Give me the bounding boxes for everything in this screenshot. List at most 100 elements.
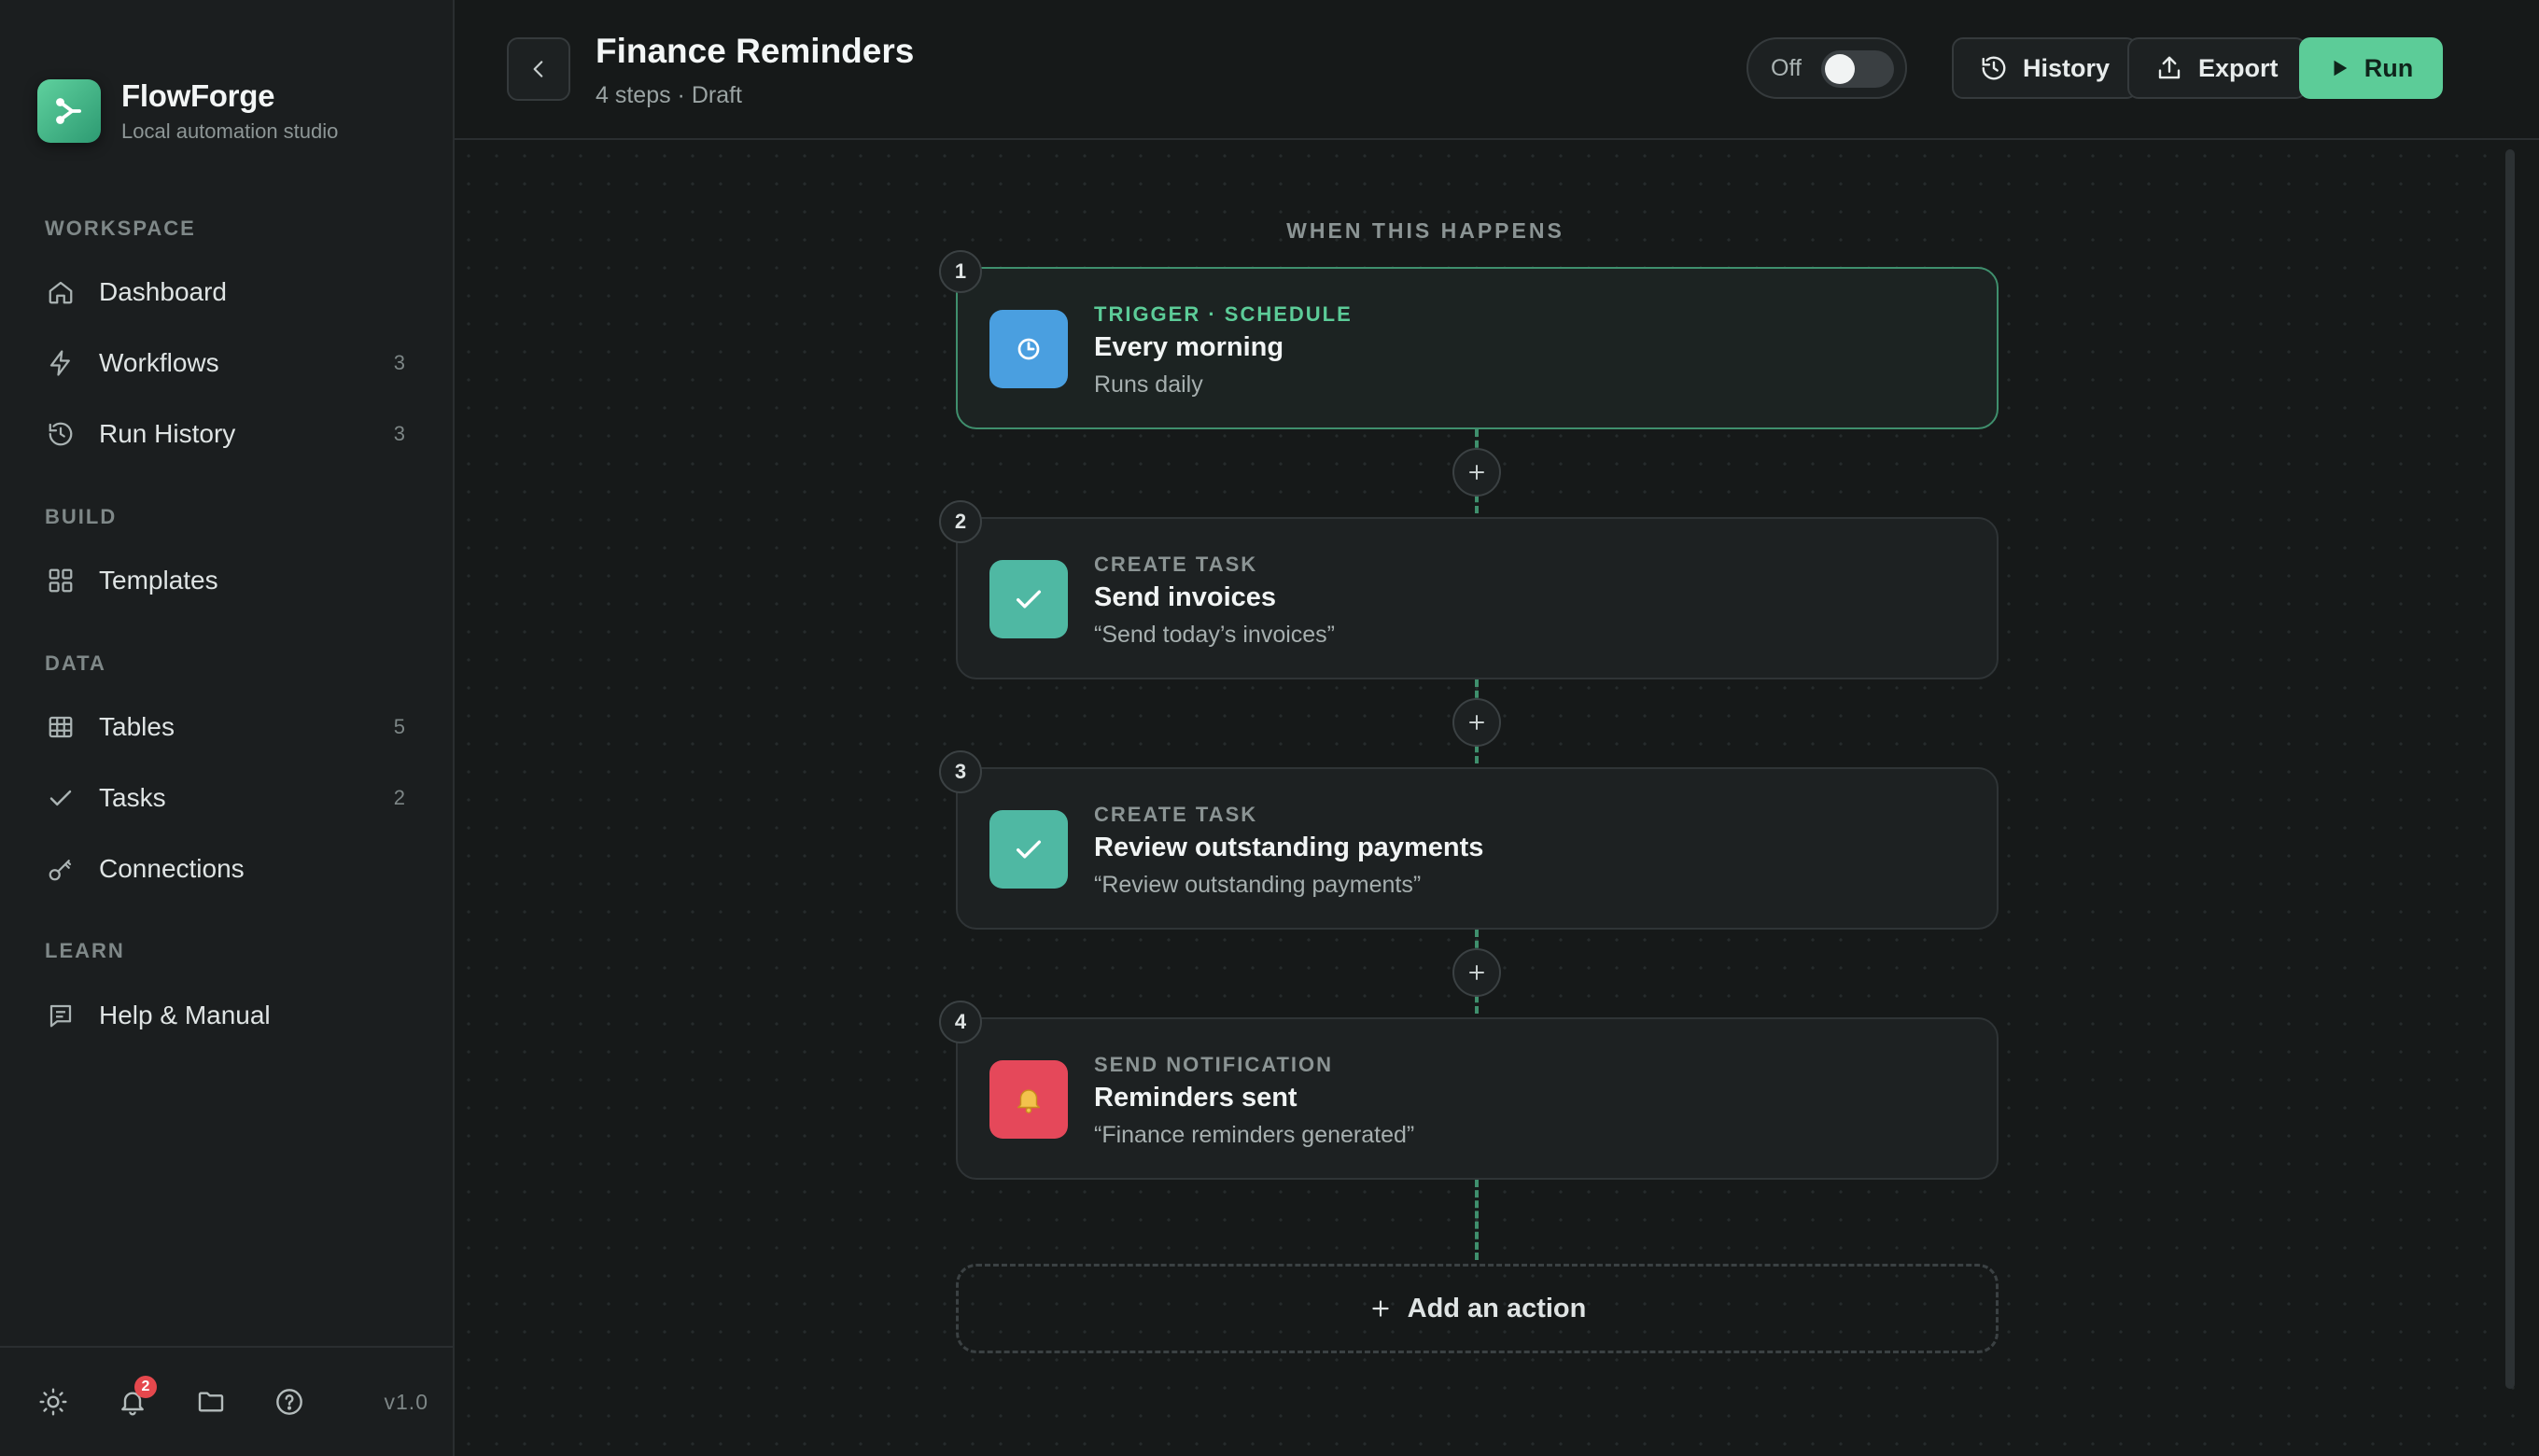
step-title: Every morning — [1094, 332, 1284, 362]
plus-icon — [1469, 465, 1484, 480]
step-number: 4 — [939, 1001, 982, 1043]
count-badge: 2 — [393, 786, 405, 809]
sidebar-item-label: Tasks — [99, 783, 166, 812]
step-description: “Finance reminders generated” — [1094, 1122, 1415, 1148]
key-icon — [45, 853, 77, 885]
sidebar-item-label: Tables — [99, 712, 175, 741]
sidebar-item-run-history[interactable]: Run History 3 — [28, 405, 420, 463]
toggle-knob — [1825, 54, 1855, 84]
brand-name: FlowForge — [121, 78, 275, 113]
step-connector — [1475, 1180, 1479, 1260]
insert-step-button[interactable] — [1452, 948, 1501, 997]
count-badge: 3 — [393, 422, 405, 445]
export-button-label: Export — [2198, 53, 2279, 82]
history-button[interactable]: History — [1952, 37, 2139, 99]
canvas-scrollbar[interactable] — [2505, 149, 2515, 1389]
history-icon — [1982, 56, 2006, 80]
sidebar: FlowForge Local automation studio WORKSP… — [0, 0, 455, 1456]
sidebar-item-workflows[interactable]: Workflows 3 — [28, 334, 420, 392]
sidebar-item-label: Templates — [99, 566, 218, 595]
check-icon — [989, 560, 1068, 638]
step-card-send-notification[interactable]: 4 SEND NOTIFICATION Reminders sent “Fina… — [939, 1001, 1999, 1180]
folder-icon[interactable] — [192, 1383, 230, 1421]
workflow-meta: 4 steps · Draft — [596, 82, 742, 108]
count-badge: 3 — [393, 351, 405, 374]
step-description: “Review outstanding payments” — [1094, 872, 1422, 898]
sidebar-item-label: Connections — [99, 854, 245, 883]
grid-icon — [45, 565, 77, 596]
sidebar-item-templates[interactable]: Templates — [28, 552, 420, 609]
bell-icon — [989, 1060, 1068, 1139]
sidebar-item-label: Help & Manual — [99, 1001, 271, 1029]
run-button[interactable]: Run — [2299, 37, 2443, 99]
insert-step-button[interactable] — [1452, 698, 1501, 747]
step-number: 3 — [939, 750, 982, 793]
step-description: “Send today’s invoices” — [1094, 622, 1336, 648]
run-button-label: Run — [2364, 53, 2414, 82]
step-type: CREATE TASK — [1094, 803, 1258, 826]
step-description: Runs daily — [1094, 371, 1203, 398]
app-window: FlowForge Local automation studio WORKSP… — [0, 0, 2539, 1456]
clock-icon — [989, 310, 1068, 388]
manual-icon — [45, 1000, 77, 1031]
count-badge: 5 — [393, 715, 405, 738]
sidebar-item-dashboard[interactable]: Dashboard — [28, 263, 420, 321]
sidebar-item-label: Workflows — [99, 348, 219, 377]
plus-icon — [1371, 1300, 1389, 1317]
brand-subtitle: Local automation studio — [121, 119, 339, 143]
back-button[interactable] — [507, 37, 570, 101]
brand[interactable]: FlowForge Local automation studio — [37, 78, 338, 144]
workflow-canvas[interactable]: WHEN THIS HAPPENS 1 TRIGGER · SCHEDULE E… — [455, 142, 2539, 1456]
sidebar-item-tables[interactable]: Tables 5 — [28, 698, 420, 756]
section-data: DATA — [45, 651, 106, 675]
notifications-bell-icon[interactable]: 2 — [114, 1376, 157, 1421]
trigger-section-label: WHEN THIS HAPPENS — [1286, 218, 1564, 243]
theme-toggle-sun-icon[interactable] — [35, 1383, 72, 1421]
step-title: Send invoices — [1094, 582, 1277, 612]
history-icon — [45, 418, 77, 450]
step-card-create-task[interactable]: 2 CREATE TASK Send invoices “Send today’… — [939, 500, 1999, 679]
sidebar-item-help-manual[interactable]: Help & Manual — [28, 987, 420, 1044]
flowforge-logo-icon — [37, 79, 101, 143]
step-number: 2 — [939, 500, 982, 543]
play-icon — [2334, 60, 2347, 77]
sidebar-item-label: Dashboard — [99, 277, 227, 306]
upload-icon — [2158, 56, 2181, 79]
sidebar-footer: 2 v1.0 — [0, 1346, 453, 1456]
step-card-trigger[interactable]: 1 TRIGGER · SCHEDULE Every morning Runs … — [939, 250, 1999, 429]
section-build: BUILD — [45, 505, 118, 528]
main-area: Finance Reminders 4 steps · Draft Off Hi… — [455, 0, 2539, 1456]
section-learn: LEARN — [45, 939, 125, 962]
sidebar-item-tasks[interactable]: Tasks 2 — [28, 769, 420, 827]
sidebar-item-connections[interactable]: Connections — [28, 840, 420, 898]
step-type: SEND NOTIFICATION — [1094, 1053, 1334, 1076]
add-action-label: Add an action — [1407, 1293, 1587, 1323]
app-version: v1.0 — [384, 1389, 428, 1414]
plus-icon — [1469, 965, 1484, 980]
plus-icon — [1469, 715, 1484, 730]
workflow-header: Finance Reminders 4 steps · Draft Off Hi… — [455, 0, 2539, 140]
step-number: 1 — [939, 250, 982, 293]
step-type: CREATE TASK — [1094, 553, 1258, 576]
toggle-switch[interactable] — [1821, 50, 1894, 88]
sidebar-item-label: Run History — [99, 419, 236, 448]
add-action-button[interactable]: Add an action — [956, 1264, 1999, 1353]
page-title: Finance Reminders — [596, 32, 915, 70]
chevron-left-icon — [533, 61, 543, 77]
insert-step-button[interactable] — [1452, 448, 1501, 497]
check-icon — [45, 782, 77, 814]
step-title: Reminders sent — [1094, 1083, 1298, 1113]
step-title: Review outstanding payments — [1094, 833, 1484, 862]
table-icon — [45, 711, 77, 743]
step-card-create-task[interactable]: 3 CREATE TASK Review outstanding payment… — [939, 750, 1999, 930]
toggle-label: Off — [1771, 54, 1802, 81]
bolt-icon — [45, 347, 77, 379]
home-icon — [45, 276, 77, 308]
notification-count-badge: 2 — [134, 1376, 157, 1398]
step-type: TRIGGER · SCHEDULE — [1094, 302, 1353, 326]
export-button[interactable]: Export — [2127, 37, 2307, 99]
history-button-label: History — [2023, 53, 2111, 82]
section-workspace: WORKSPACE — [45, 217, 196, 240]
workflow-enabled-toggle[interactable]: Off — [1746, 37, 1907, 99]
help-question-icon[interactable] — [271, 1383, 308, 1421]
